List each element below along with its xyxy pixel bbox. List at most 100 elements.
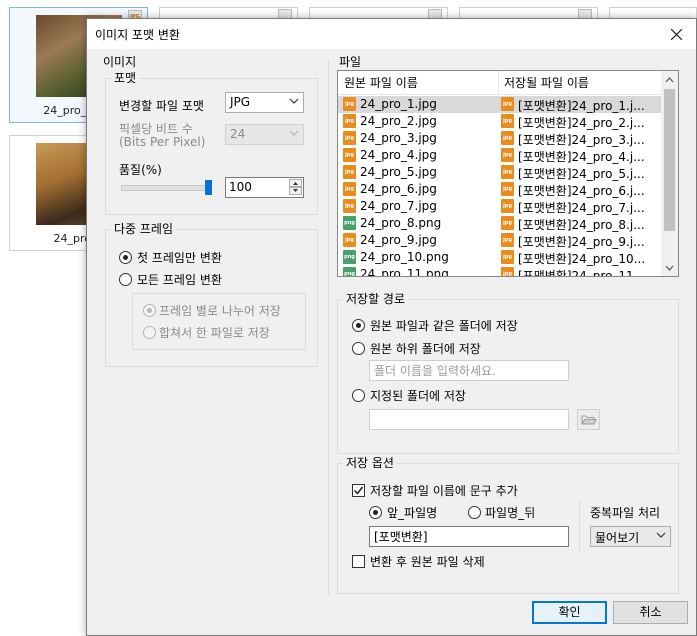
- split-per-frame-label: 프레임 별로 나누어 저장: [159, 304, 281, 318]
- jpg-file-icon: jpg: [501, 216, 514, 230]
- close-button[interactable]: [656, 19, 696, 49]
- target-file-name: [포맷변환]24_pro_3.j...: [518, 133, 645, 147]
- bits-per-pixel-select[interactable]: 24: [225, 124, 304, 145]
- column-target-name[interactable]: 저장될 파일 이름: [498, 71, 661, 95]
- quality-slider[interactable]: [121, 185, 211, 191]
- jpg-file-icon: jpg: [501, 114, 514, 128]
- quality-label: 품질(%): [119, 163, 162, 177]
- scroll-up-arrow-icon[interactable]: [661, 73, 678, 87]
- jpg-file-icon: jpg: [501, 165, 514, 179]
- png-file-icon: png: [343, 267, 356, 276]
- checkmark-icon: [353, 486, 364, 495]
- specified-folder-radio[interactable]: [352, 389, 365, 402]
- quality-slider-thumb[interactable]: [205, 180, 212, 195]
- subfolder-name-field[interactable]: [370, 361, 568, 380]
- file-list-row[interactable]: png 24_pro_10.png jpg [포맷변환]24_pro_10...: [338, 249, 661, 266]
- delete-original-checkbox[interactable]: [352, 555, 365, 568]
- jpg-file-icon: jpg: [343, 233, 356, 247]
- file-list-row[interactable]: jpg 24_pro_4.jpg jpg [포맷변환]24_pro_4.j...: [338, 147, 661, 164]
- source-file-name: 24_pro_11.png: [360, 267, 449, 277]
- file-list-scrollbar[interactable]: [661, 71, 678, 276]
- cancel-button[interactable]: 취소: [613, 601, 688, 624]
- specified-folder-input[interactable]: [369, 409, 569, 430]
- subfolder-label: 원본 하위 폴더에 저장: [370, 342, 481, 356]
- source-file-name: 24_pro_10.png: [360, 250, 449, 264]
- caret-down-icon: [293, 189, 298, 192]
- file-list-row[interactable]: png 24_pro_8.png jpg [포맷변환]24_pro_8.j...: [338, 215, 661, 232]
- file-list-row[interactable]: jpg 24_pro_6.jpg jpg [포맷변환]24_pro_6.j...: [338, 181, 661, 198]
- all-frames-label: 모든 프레임 변환: [137, 273, 222, 287]
- source-file-name: 24_pro_1.jpg: [360, 97, 437, 111]
- add-text-checkbox[interactable]: [352, 484, 365, 497]
- source-file-name: 24_pro_5.jpg: [360, 165, 437, 179]
- spin-down-button[interactable]: [289, 187, 302, 195]
- jpg-file-icon: jpg: [343, 114, 356, 128]
- prefix-label: 앞_파일명: [387, 506, 438, 520]
- jpg-file-icon: jpg: [343, 148, 356, 162]
- jpg-file-icon: jpg: [501, 182, 514, 196]
- first-frame-radio[interactable]: [119, 251, 132, 264]
- ok-button[interactable]: 확인: [532, 601, 607, 624]
- options-divider: [579, 501, 580, 551]
- png-file-icon: png: [343, 250, 356, 264]
- subfolder-name-input[interactable]: [369, 360, 569, 381]
- spin-up-button[interactable]: [289, 179, 302, 187]
- quality-spinbox[interactable]: 100: [225, 177, 304, 198]
- first-frame-label: 첫 프레임만 변환: [137, 251, 222, 265]
- scrollbar-thumb[interactable]: [664, 89, 675, 231]
- source-file-name: 24_pro_3.jpg: [360, 131, 437, 145]
- save-options-group-label: 저장 옵션: [343, 454, 397, 471]
- file-list-row[interactable]: jpg 24_pro_7.jpg jpg [포맷변환]24_pro_7.j...: [338, 198, 661, 215]
- dialog-title: 이미지 포맷 변환: [95, 28, 180, 42]
- jpg-file-icon: jpg: [501, 267, 514, 276]
- all-frames-radio[interactable]: [119, 273, 132, 286]
- jpg-file-icon: jpg: [501, 250, 514, 264]
- merge-into-one-radio[interactable]: [143, 326, 156, 339]
- file-list-row[interactable]: jpg 24_pro_5.jpg jpg [포맷변환]24_pro_5.j...: [338, 164, 661, 181]
- file-list-row[interactable]: png 24_pro_11.png jpg [포맷변환]24_pro_11...: [338, 266, 661, 277]
- prefix-radio[interactable]: [369, 506, 382, 519]
- target-format-value: JPG: [230, 95, 251, 109]
- file-list-row[interactable]: jpg 24_pro_1.jpg jpg [포맷변환]24_pro_1.j...: [338, 96, 661, 113]
- duplicate-handling-value: 물어보기: [595, 531, 640, 545]
- same-folder-radio[interactable]: [352, 319, 365, 332]
- dialog-titlebar: 이미지 포맷 변환: [87, 19, 696, 49]
- target-file-name: [포맷변환]24_pro_2.j...: [518, 116, 645, 130]
- bits-per-pixel-value: 24: [230, 127, 246, 141]
- chevron-down-icon: [289, 130, 299, 136]
- add-text-input[interactable]: [369, 526, 569, 547]
- jpg-file-icon: jpg: [343, 182, 356, 196]
- specified-folder-label: 지정된 폴더에 저장: [370, 389, 466, 403]
- target-file-name: [포맷변환]24_pro_1.j...: [518, 99, 645, 113]
- target-file-name: [포맷변환]24_pro_11...: [518, 269, 646, 277]
- target-file-name: [포맷변환]24_pro_9.j...: [518, 235, 645, 249]
- file-list-row[interactable]: jpg 24_pro_3.jpg jpg [포맷변환]24_pro_3.j...: [338, 130, 661, 147]
- merge-into-one-label: 합쳐서 한 파일로 저장: [159, 326, 270, 340]
- file-list-header: 원본 파일 이름 저장될 파일 이름: [338, 71, 661, 95]
- suffix-radio[interactable]: [468, 506, 481, 519]
- section-divider: [328, 59, 329, 595]
- browse-folder-button[interactable]: [577, 409, 600, 430]
- file-list[interactable]: 원본 파일 이름 저장될 파일 이름 jpg 24_pro_1.jpg jpg [포맷…: [337, 70, 679, 277]
- scroll-down-arrow-icon[interactable]: [661, 261, 678, 275]
- add-text-field[interactable]: [370, 527, 568, 546]
- file-list-row[interactable]: jpg 24_pro_9.jpg jpg [포맷변환]24_pro_9.j...: [338, 232, 661, 249]
- subfolder-radio[interactable]: [352, 342, 365, 355]
- jpg-file-icon: jpg: [343, 131, 356, 145]
- add-text-label: 저장할 파일 이름에 문구 추가: [370, 484, 518, 498]
- target-format-select[interactable]: JPG: [225, 92, 304, 113]
- column-source-name[interactable]: 원본 파일 이름: [338, 71, 498, 95]
- jpg-file-icon: jpg: [343, 199, 356, 213]
- duplicate-handling-select[interactable]: 물어보기: [590, 526, 671, 547]
- target-file-name: [포맷변환]24_pro_5.j...: [518, 167, 645, 181]
- chevron-down-icon: [656, 532, 666, 538]
- chevron-down-icon: [289, 98, 299, 104]
- file-list-row[interactable]: jpg 24_pro_2.jpg jpg [포맷변환]24_pro_2.j...: [338, 113, 661, 130]
- folder-open-icon: [581, 415, 597, 425]
- target-file-name: [포맷변환]24_pro_7.j...: [518, 201, 645, 215]
- split-per-frame-radio[interactable]: [143, 304, 156, 317]
- bits-per-pixel-sublabel: (Bits Per Pixel): [119, 135, 206, 149]
- target-file-name: [포맷변환]24_pro_10...: [518, 252, 646, 266]
- specified-folder-field[interactable]: [370, 410, 568, 429]
- suffix-label: 파일명_뒤: [485, 506, 536, 520]
